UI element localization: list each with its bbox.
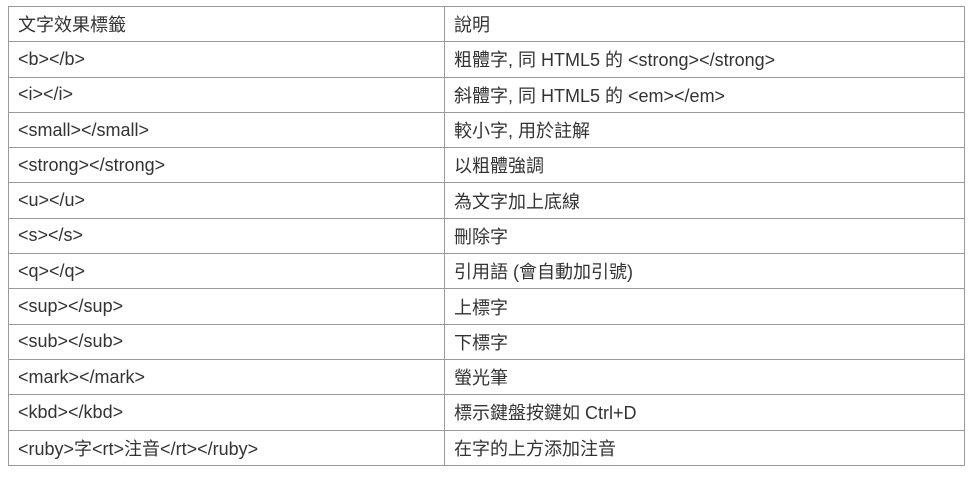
header-description: 說明 bbox=[444, 5, 965, 43]
description-cell: 較小字, 用於註解 bbox=[444, 111, 965, 149]
description-cell: 下標字 bbox=[444, 323, 965, 360]
table-row: <i></i> 斜體字, 同 HTML5 的 <em></em> bbox=[8, 76, 965, 113]
table-row: <q></q> 引用語 (會自動加引號) bbox=[8, 253, 965, 290]
table-row: <small></small> 較小字, 用於註解 bbox=[8, 111, 965, 149]
tag-cell: <b></b> bbox=[8, 41, 445, 78]
description-cell: 粗體字, 同 HTML5 的 <strong></strong> bbox=[444, 41, 965, 78]
table-row: <sup></sup> 上標字 bbox=[8, 288, 965, 325]
table-row: <mark></mark> 螢光筆 bbox=[8, 358, 965, 396]
tag-cell: <s></s> bbox=[8, 217, 445, 255]
table-row: <b></b> 粗體字, 同 HTML5 的 <strong></strong> bbox=[8, 41, 965, 78]
tag-cell: <sub></sub> bbox=[8, 323, 445, 360]
description-cell: 標示鍵盤按鍵如 Ctrl+D bbox=[444, 394, 965, 431]
tag-cell: <mark></mark> bbox=[8, 358, 445, 396]
description-cell: 螢光筆 bbox=[444, 358, 965, 396]
tag-cell: <i></i> bbox=[8, 76, 445, 113]
tag-cell: <q></q> bbox=[8, 253, 445, 290]
tag-cell: <kbd></kbd> bbox=[8, 394, 445, 431]
table-row: <strong></strong> 以粗體強調 bbox=[8, 147, 965, 184]
table-row: <sub></sub> 下標字 bbox=[8, 323, 965, 360]
table-row: <kbd></kbd> 標示鍵盤按鍵如 Ctrl+D bbox=[8, 394, 965, 431]
tag-cell: <small></small> bbox=[8, 111, 445, 149]
tag-cell: <sup></sup> bbox=[8, 288, 445, 325]
tag-cell: <strong></strong> bbox=[8, 147, 445, 184]
description-cell: 以粗體強調 bbox=[444, 147, 965, 184]
table-row: <ruby>字<rt>注音</rt></ruby> 在字的上方添加注音 bbox=[8, 429, 965, 466]
description-cell: 引用語 (會自動加引號) bbox=[444, 253, 965, 290]
table-row: <s></s> 刪除字 bbox=[8, 217, 965, 255]
description-cell: 上標字 bbox=[444, 288, 965, 325]
table-header-row: 文字效果標籤 說明 bbox=[8, 5, 965, 43]
description-cell: 為文字加上底線 bbox=[444, 182, 965, 219]
table-row: <u></u> 為文字加上底線 bbox=[8, 182, 965, 219]
tag-table-container: 文字效果標籤 說明 <b></b> 粗體字, 同 HTML5 的 <strong… bbox=[8, 5, 965, 466]
text-effect-tags-table: 文字效果標籤 說明 <b></b> 粗體字, 同 HTML5 的 <strong… bbox=[8, 5, 965, 466]
tag-cell: <u></u> bbox=[8, 182, 445, 219]
header-tag: 文字效果標籤 bbox=[8, 5, 445, 43]
description-cell: 刪除字 bbox=[444, 217, 965, 255]
description-cell: 在字的上方添加注音 bbox=[444, 429, 965, 466]
tag-cell: <ruby>字<rt>注音</rt></ruby> bbox=[8, 429, 445, 466]
description-cell: 斜體字, 同 HTML5 的 <em></em> bbox=[444, 76, 965, 113]
